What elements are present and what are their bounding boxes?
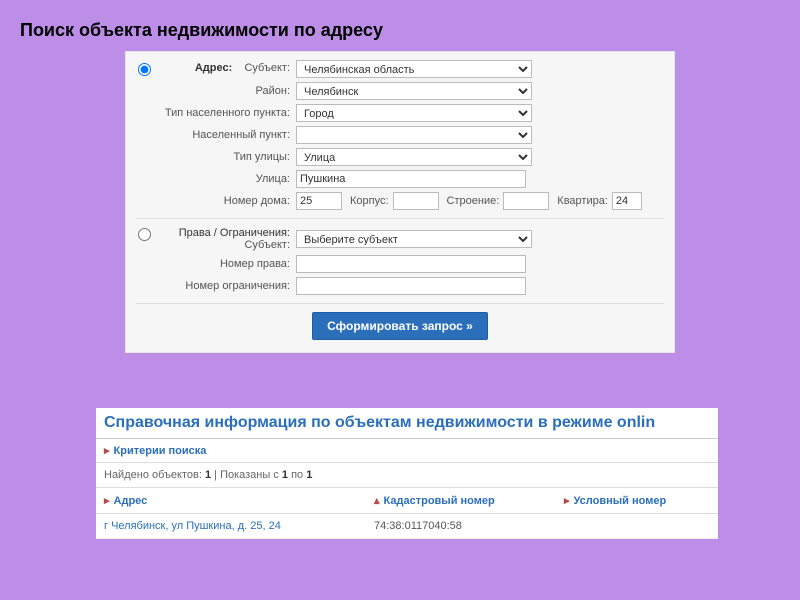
- result-cadastral: 74:38:0117040:58: [374, 520, 564, 532]
- sort-arrow-icon: ▸: [104, 495, 110, 507]
- korpus-label: Корпус:: [350, 195, 389, 207]
- street-label: Улица:: [136, 173, 296, 185]
- building-input[interactable]: [503, 192, 549, 210]
- submit-button[interactable]: Сформировать запрос »: [312, 312, 488, 340]
- flat-input[interactable]: [612, 192, 642, 210]
- settlement-label: Населенный пункт:: [136, 129, 296, 141]
- results-summary: Найдено объектов: 1 | Показаны с 1 по 1: [96, 463, 718, 488]
- street-input[interactable]: [296, 170, 526, 188]
- col-conditional[interactable]: ▸Условный номер: [564, 494, 710, 507]
- district-label: Район:: [136, 85, 296, 97]
- sort-arrow-icon: ▸: [564, 495, 570, 507]
- result-conditional: [564, 520, 710, 532]
- building-label: Строение:: [447, 195, 500, 207]
- search-form: Адрес: Субъект: Челябинская область Райо…: [125, 51, 675, 353]
- criteria-header[interactable]: ▸Критерии поиска: [96, 439, 718, 463]
- results-title: Справочная информация по объектам недвиж…: [96, 408, 718, 439]
- col-cadastral[interactable]: ▴Кадастровый номер: [374, 494, 564, 507]
- right-number-input[interactable]: [296, 255, 526, 273]
- rights-subject-select[interactable]: Выберите субъект: [296, 230, 532, 248]
- page-title: Поиск объекта недвижимости по адресу: [0, 0, 800, 51]
- street-type-label: Тип улицы:: [136, 151, 296, 163]
- settlement-type-label: Тип населенного пункта:: [136, 107, 296, 119]
- right-number-label: Номер права:: [136, 258, 296, 270]
- result-address-link[interactable]: г Челябинск, ул Пушкина, д. 25, 24: [104, 520, 281, 532]
- address-radio-label: Адрес:: [195, 62, 232, 74]
- results-panel: Справочная информация по объектам недвиж…: [96, 408, 718, 539]
- rights-radio[interactable]: [138, 228, 151, 241]
- settlement-select[interactable]: [296, 126, 532, 144]
- divider: [136, 218, 664, 219]
- results-columns: ▸Адрес ▴Кадастровый номер ▸Условный номе…: [96, 488, 718, 514]
- korpus-input[interactable]: [393, 192, 439, 210]
- result-row: г Челябинск, ул Пушкина, д. 25, 24 74:38…: [96, 514, 718, 539]
- house-label: Номер дома:: [136, 195, 296, 207]
- sort-arrow-icon: ▴: [374, 495, 380, 507]
- address-radio[interactable]: [138, 63, 151, 76]
- district-select[interactable]: Челябинск: [296, 82, 532, 100]
- restriction-number-label: Номер ограничения:: [136, 280, 296, 292]
- col-address[interactable]: ▸Адрес: [104, 494, 374, 507]
- restriction-number-input[interactable]: [296, 277, 526, 295]
- subject-select[interactable]: Челябинская область: [296, 60, 532, 78]
- subject-label: Субъект:: [244, 62, 290, 74]
- rights-subject-label: Субъект:: [244, 239, 290, 251]
- flat-label: Квартира:: [557, 195, 608, 207]
- street-type-select[interactable]: Улица: [296, 148, 532, 166]
- house-input[interactable]: [296, 192, 342, 210]
- settlement-type-select[interactable]: Город: [296, 104, 532, 122]
- rights-radio-label: Права / Ограничения:: [179, 227, 290, 239]
- expand-arrow-icon: ▸: [104, 445, 110, 457]
